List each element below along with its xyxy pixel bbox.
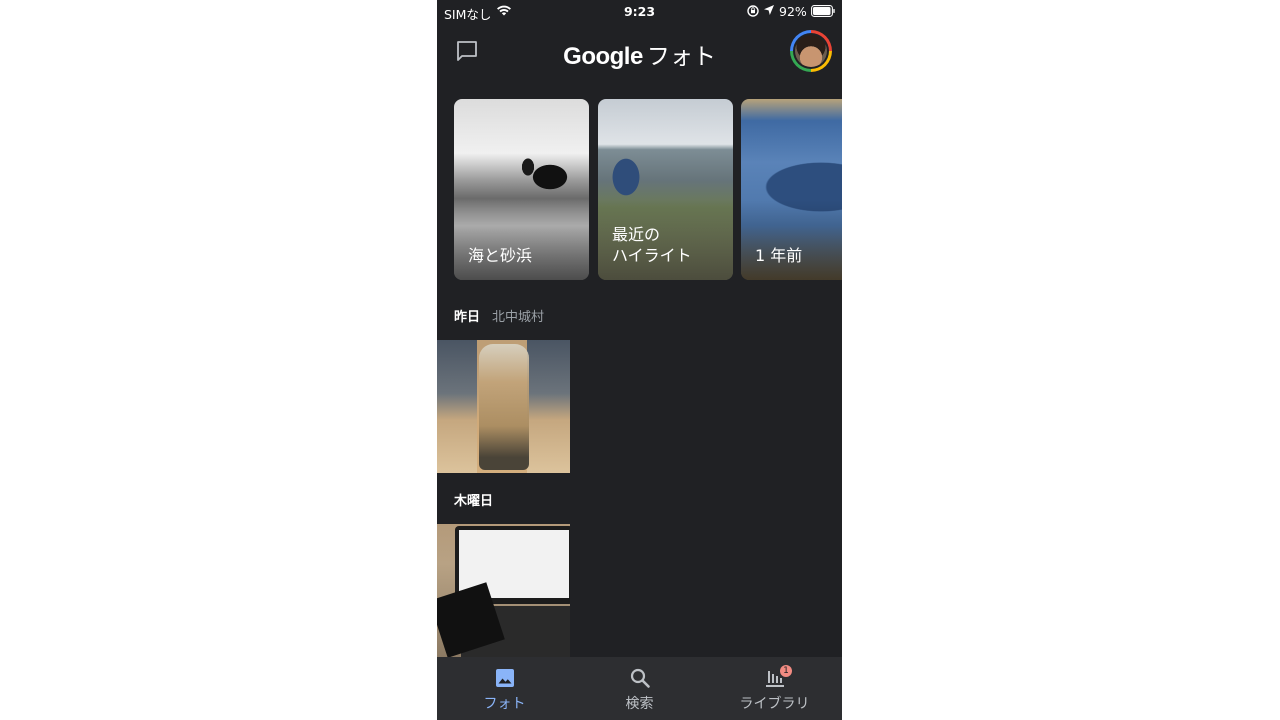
status-bar: SIMなし 9:23 92% (437, 0, 842, 22)
memory-shade (454, 200, 589, 280)
app-bar: Google フォト (437, 22, 842, 84)
phone-screen: SIMなし 9:23 92% Google フォト 海と砂浜 最近の ハイライト… (437, 0, 842, 720)
memory-shade (741, 200, 842, 280)
search-icon (630, 668, 650, 688)
nav-search-label: 検索 (625, 696, 654, 712)
avatar-photo (795, 35, 827, 67)
memory-label: 1 年前 (755, 246, 803, 265)
memory-card-beach[interactable]: 海と砂浜 (454, 99, 589, 280)
avatar-ring (793, 33, 829, 69)
photo-thumbnail-tablet[interactable] (437, 524, 570, 657)
rotation-lock-icon (747, 5, 759, 17)
app-title-suffix: フォト (646, 44, 716, 70)
date-label: 木曜日 (454, 494, 494, 509)
nav-library[interactable]: 1 ライブラリ (707, 657, 842, 720)
battery-icon (811, 5, 835, 17)
app-title-brand: Google (563, 43, 643, 70)
nav-photos-label: フォト (483, 696, 526, 712)
memory-label: 海と砂浜 (468, 246, 533, 265)
nav-library-label: ライブラリ (739, 696, 810, 712)
memory-card-one-year-ago[interactable]: 1 年前 (741, 99, 842, 280)
library-badge: 1 (780, 665, 792, 677)
memory-label: 最近の ハイライト (612, 225, 692, 265)
bottle-shape (479, 344, 529, 470)
location-icon (764, 5, 774, 15)
memories-carousel: 海と砂浜 最近の ハイライト 1 年前 (437, 99, 842, 281)
location-label: 北中城村 (492, 310, 545, 325)
memory-card-highlights[interactable]: 最近の ハイライト (598, 99, 733, 280)
date-label: 昨日 (454, 310, 481, 325)
account-avatar[interactable] (790, 30, 832, 72)
battery-percent: 92% (779, 4, 807, 19)
photo-icon (496, 669, 514, 687)
nav-photos[interactable]: フォト (437, 657, 572, 720)
app-title: Google フォト (437, 37, 842, 71)
nav-search[interactable]: 検索 (572, 657, 707, 720)
photo-thumbnail-bottle[interactable] (437, 340, 570, 473)
date-header-thursday: 木曜日 (454, 490, 493, 509)
bottom-navigation: フォト 検索 1 ライブラリ (437, 657, 842, 720)
date-header-yesterday: 昨日 北中城村 (454, 306, 544, 325)
